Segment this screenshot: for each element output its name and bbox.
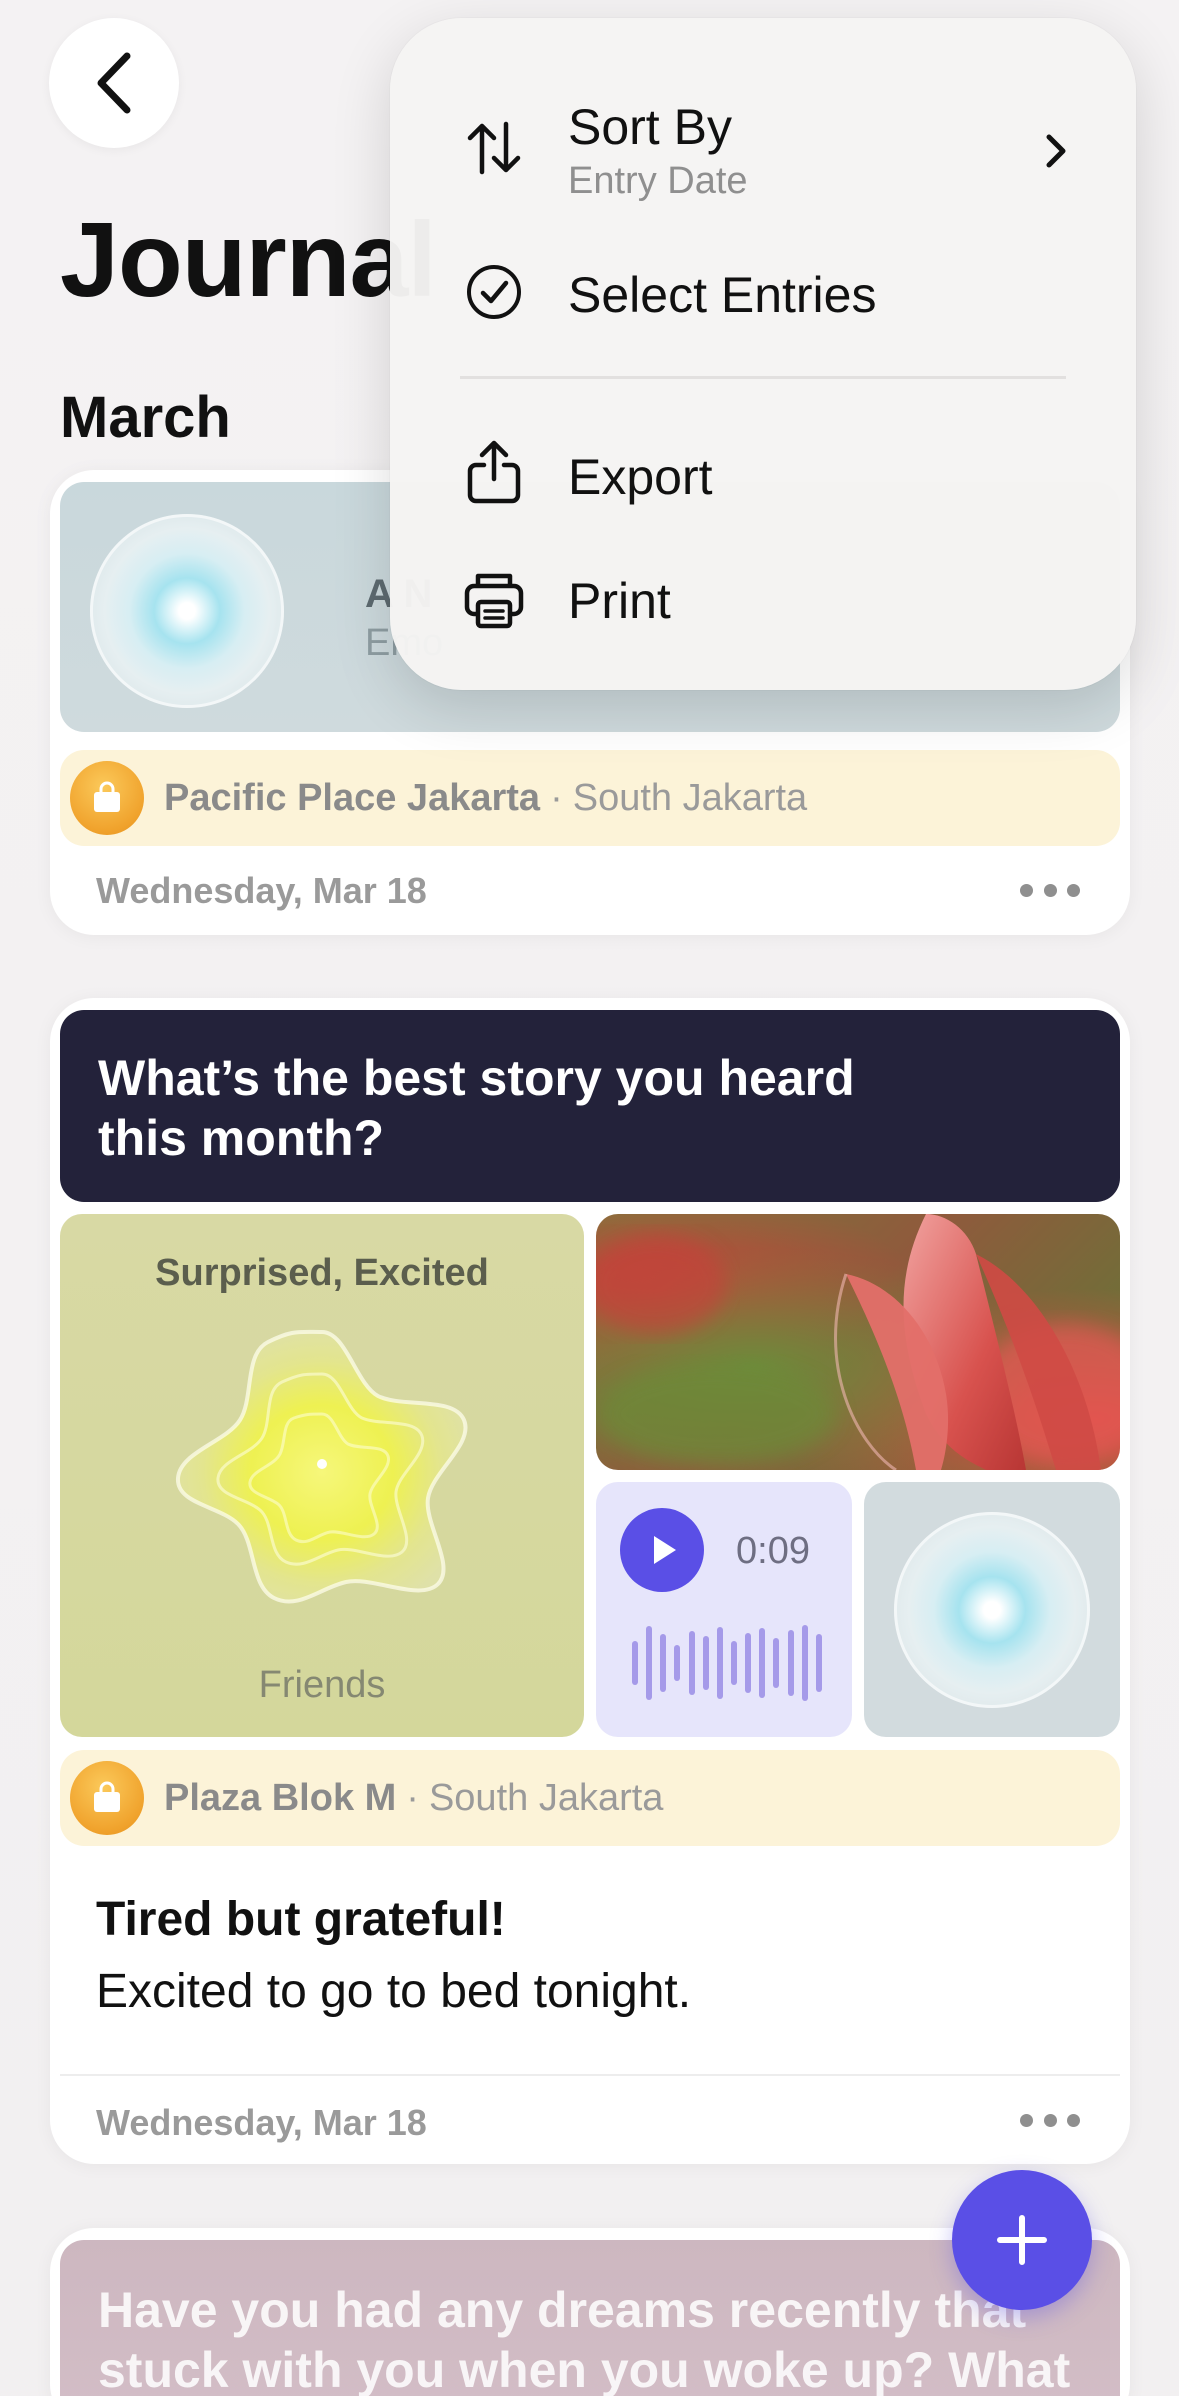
menu-label-print: Print — [568, 573, 671, 629]
audio-duration: 0:09 — [736, 1530, 810, 1572]
shopping-bag-icon — [70, 1761, 144, 1835]
ellipsis-dot — [1020, 883, 1033, 897]
ellipsis-dot — [1020, 2113, 1033, 2127]
new-entry-button[interactable] — [952, 2170, 1092, 2310]
entry-date: Wednesday, Mar 18 — [96, 870, 427, 911]
entry-title: Tired but grateful! — [96, 1893, 506, 1946]
menu-separator — [460, 376, 1066, 379]
shopping-bag-icon — [70, 761, 144, 835]
chevron-right-icon — [1030, 126, 1080, 176]
play-icon — [654, 1536, 676, 1564]
prompt-text: Have you had any dreams recently that st… — [98, 2282, 1071, 2396]
entry-date: Wednesday, Mar 18 — [96, 2102, 427, 2143]
share-export-icon — [462, 440, 526, 504]
play-button[interactable] — [620, 1508, 704, 1592]
divider — [60, 2074, 1120, 2076]
section-month-header: March — [60, 385, 231, 450]
chevron-left-icon — [97, 52, 131, 114]
back-button[interactable] — [49, 18, 179, 148]
mood-tile[interactable]: Surprised, Excited Friends — [60, 1214, 584, 1737]
menu-item-print[interactable]: Print — [390, 546, 1136, 656]
sort-arrows-icon — [462, 116, 526, 180]
menu-item-select-entries[interactable]: Select Entries — [390, 238, 1136, 348]
more-options-button[interactable] — [1020, 2100, 1080, 2140]
journal-entry-card[interactable]: What’s the best story you heard this mon… — [50, 998, 1130, 2164]
star-mood-icon — [170, 1314, 474, 1614]
printer-icon — [462, 568, 526, 632]
location-area: South Jakarta — [428, 1776, 664, 1819]
page-title: Journal — [60, 201, 437, 319]
menu-sublabel-sort-value: Entry Date — [568, 160, 748, 202]
emotion-orb — [894, 1512, 1090, 1708]
checkmark-circle-icon — [462, 260, 526, 324]
audio-recording-tile[interactable]: 0:09 — [596, 1482, 852, 1737]
ellipsis-dot — [1043, 883, 1057, 897]
journal-screen: Journal March A N Emo Pacific Place Jaka… — [0, 0, 1179, 2396]
plus-icon — [997, 2215, 1047, 2265]
location-bar[interactable]: Pacific Place Jakarta · South Jakarta — [60, 750, 1120, 846]
more-options-button[interactable] — [1020, 870, 1080, 910]
menu-label-sort-by: Sort By — [568, 99, 732, 155]
emotion-orb-tile[interactable] — [864, 1482, 1120, 1737]
menu-item-export[interactable]: Export — [390, 418, 1136, 528]
location-separator: · — [550, 776, 563, 819]
menu-label-select-entries: Select Entries — [568, 267, 877, 323]
flower-photo[interactable] — [596, 1214, 1120, 1470]
mood-context: Friends — [258, 1664, 386, 1706]
location-bar[interactable]: Plaza Blok M · South Jakarta — [60, 1750, 1120, 1846]
prompt-banner: What’s the best story you heard this mon… — [60, 1010, 1120, 1202]
location-name: Pacific Place Jakarta — [164, 776, 541, 819]
ellipsis-dot — [1067, 883, 1080, 897]
options-menu: Sort By Entry Date Select Entries Export… — [390, 18, 1136, 690]
location-name: Plaza Blok M — [164, 1776, 397, 1819]
menu-item-sort-by[interactable]: Sort By Entry Date — [390, 78, 1136, 208]
ellipsis-dot — [1067, 2113, 1080, 2127]
menu-label-export: Export — [568, 449, 713, 505]
prompt-text: What’s the best story you heard this mon… — [98, 1050, 855, 1166]
emotion-orb — [90, 514, 284, 708]
mood-label: Surprised, Excited — [155, 1252, 489, 1294]
ellipsis-dot — [1043, 2113, 1057, 2127]
waveform-icon — [632, 1618, 822, 1708]
entry-body: Excited to go to bed tonight. — [96, 1965, 692, 2018]
flower-image — [596, 1214, 1120, 1470]
location-separator: · — [406, 1776, 419, 1819]
location-area: South Jakarta — [572, 776, 808, 819]
